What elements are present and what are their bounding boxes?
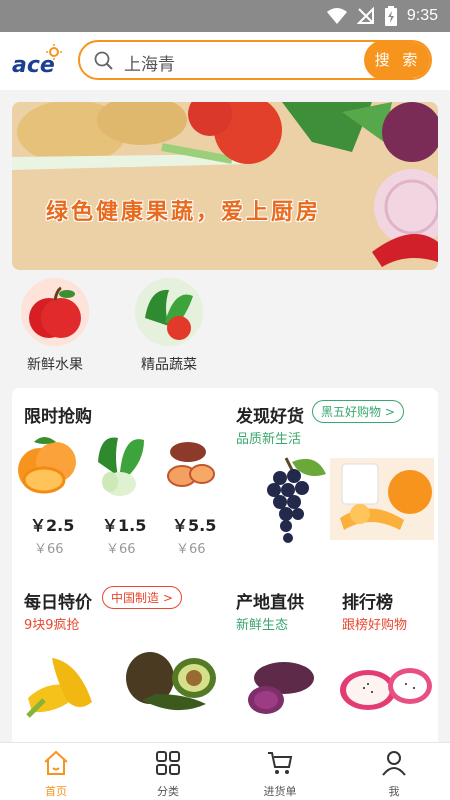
corn-product-image[interactable]	[22, 652, 106, 722]
status-bar: 9:35	[0, 0, 450, 32]
cart-icon	[268, 752, 293, 774]
bokchoy-product-image[interactable]	[88, 432, 154, 498]
old-price: ￥66	[106, 542, 136, 557]
sweet-potato-product-image[interactable]	[160, 434, 220, 494]
old-price: ￥66	[34, 542, 64, 557]
search-bar[interactable]: 上海青 搜 索	[78, 40, 432, 80]
price: ￥1.5	[102, 516, 147, 535]
origin-title[interactable]: 产地直供	[236, 588, 304, 613]
discover-subtitle: 品质新生活	[236, 432, 302, 447]
discover-badge[interactable]: 黑五好购物 >	[312, 400, 404, 423]
purple-potato-product-image[interactable]	[238, 650, 318, 720]
signal-off-icon	[356, 7, 374, 24]
orange-juice-product-image[interactable]	[330, 458, 434, 540]
flash-sale-title[interactable]: 限时抢购	[24, 402, 92, 427]
vegetable-icon	[135, 278, 203, 346]
home-icon	[44, 750, 68, 775]
ranking-subtitle: 跟榜好购物	[342, 618, 408, 633]
price: ￥2.5	[30, 516, 75, 535]
origin-subtitle: 新鲜生态	[236, 618, 289, 633]
svg-text:ace: ace	[12, 53, 55, 78]
banner-image	[12, 102, 438, 270]
status-time: 9:35	[406, 7, 438, 24]
tab-home[interactable]: 首页	[26, 749, 86, 799]
ranking-title[interactable]: 排行榜	[342, 588, 393, 613]
category-label: 精品蔬菜	[141, 357, 197, 373]
grapes-product-image[interactable]	[256, 452, 328, 552]
app-logo[interactable]: ace	[10, 42, 64, 78]
search-icon	[94, 51, 113, 70]
bottom-tab-bar: 首页 分类 进货单 我	[0, 742, 450, 800]
discover-title[interactable]: 发现好货	[236, 402, 304, 427]
tab-profile[interactable]: 我	[364, 749, 424, 799]
product-card: 限时抢购 ￥2.5 ￥1.5 ￥5.5 ￥66 ￥66 ￥66 发现好货 黑五好…	[12, 388, 438, 748]
dragonfruit-product-image[interactable]	[334, 656, 434, 718]
daily-badge[interactable]: 中国制造 >	[102, 586, 182, 609]
tab-label: 分类	[157, 785, 179, 798]
category-label: 新鲜水果	[27, 357, 83, 373]
tab-label: 我	[388, 785, 400, 798]
old-price: ￥66	[176, 542, 206, 557]
search-input[interactable]: 上海青	[124, 50, 175, 75]
orange-product-image[interactable]	[14, 432, 84, 498]
daily-subtitle: 9块9疯抢	[24, 618, 80, 633]
tab-label: 首页	[45, 785, 67, 798]
daily-deal-title[interactable]: 每日特价	[24, 588, 92, 613]
header: ace 上海青 搜 索	[0, 32, 450, 90]
banner-slogan: 绿色健康果蔬，爱上厨房	[46, 200, 322, 225]
promo-banner[interactable]: 绿色健康果蔬，爱上厨房	[12, 102, 438, 270]
tab-category[interactable]: 分类	[138, 749, 198, 799]
avocado-product-image[interactable]	[116, 648, 220, 724]
category-fruit[interactable]: 新鲜水果	[10, 278, 100, 374]
apple-icon	[21, 278, 89, 346]
tab-cart[interactable]: 进货单	[250, 749, 310, 799]
battery-icon	[384, 6, 397, 26]
wifi-icon	[326, 8, 347, 24]
user-icon	[382, 751, 406, 776]
grid-icon	[156, 751, 180, 775]
search-button[interactable]: 搜 索	[364, 42, 430, 78]
tab-label: 进货单	[263, 785, 297, 798]
category-vegetable[interactable]: 精品蔬菜	[124, 278, 214, 374]
price: ￥5.5	[172, 516, 217, 535]
